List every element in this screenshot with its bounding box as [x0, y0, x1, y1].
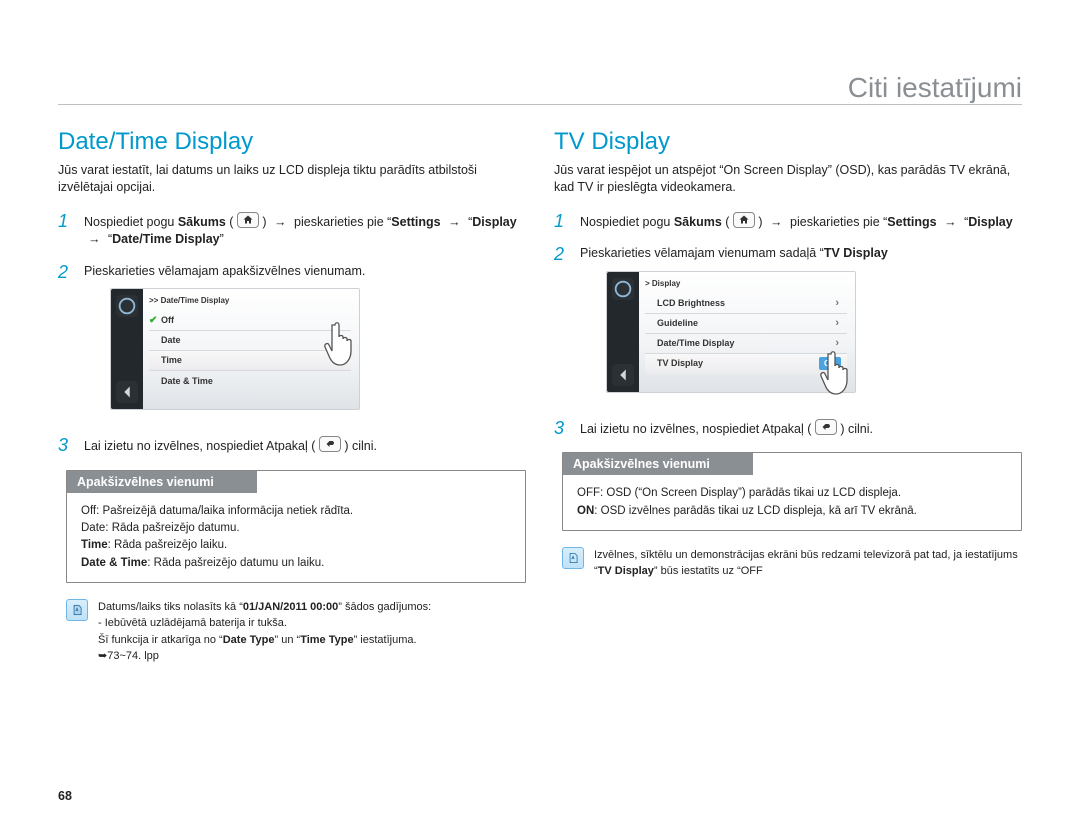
step-number: 1	[58, 212, 74, 249]
back-icon	[815, 419, 837, 435]
step-number: 2	[58, 263, 74, 423]
section-title-right: TV Display	[554, 128, 1022, 156]
header-rule	[58, 104, 1022, 105]
back-icon	[319, 436, 341, 452]
home-icon	[237, 212, 259, 228]
step-text: Nospiediet pogu Sākums ( ) → pieskarieti…	[580, 212, 1022, 232]
submenu-body: Off: Pašreizējā datuma/laika informācija…	[67, 493, 525, 582]
steps-left: 1 Nospiediet pogu Sākums ( ) → pieskarie…	[58, 212, 526, 456]
submenu-box-left: Apakšizvēlnes vienumi Off: Pašreizējā da…	[66, 470, 526, 583]
header-title: Citi iestatījumi	[848, 72, 1022, 104]
submenu-body: OFF: OSD (“On Screen Display”) parādās t…	[563, 475, 1021, 530]
right-column: TV Display Jūs varat iespējot un atspējo…	[554, 128, 1022, 665]
note-left: Datums/laiks tiks nolasīts kā “01/JAN/20…	[66, 599, 526, 665]
list-item[interactable]: LCD Brightness›	[645, 294, 847, 314]
step-text: Pieskarieties vēlamajam apakšizvēlnes vi…	[84, 263, 526, 423]
submenu-box-right: Apakšizvēlnes vienumi OFF: OSD (“On Scre…	[562, 452, 1022, 531]
side-mode-icon	[116, 295, 138, 317]
intro-left: Jūs varat iestatīt, lai datums un laiks …	[58, 162, 526, 196]
left-column: Date/Time Display Jūs varat iestatīt, la…	[58, 128, 526, 665]
step-1: 1 Nospiediet pogu Sākums ( ) → pieskarie…	[58, 212, 526, 249]
step-2: 2 Pieskarieties vēlamajam apakšizvēlnes …	[58, 263, 526, 423]
info-icon	[562, 547, 584, 569]
info-icon	[66, 599, 88, 621]
side-back-icon	[612, 364, 634, 386]
step-text: Lai izietu no izvēlnes, nospiediet Atpak…	[580, 419, 1022, 439]
list-item[interactable]: Date & Time	[149, 371, 351, 391]
side-mode-icon	[612, 278, 634, 300]
breadcrumb: >> Date/Time Display	[149, 295, 229, 306]
step-text: Lai izietu no izvēlnes, nospiediet Atpak…	[84, 436, 526, 456]
step-text: Pieskarieties vēlamajam vienumam sadaļā …	[580, 245, 1022, 405]
note-text: Datums/laiks tiks nolasīts kā “01/JAN/20…	[98, 599, 431, 665]
step-number: 3	[554, 419, 570, 439]
home-icon	[733, 212, 755, 228]
lcd-screenshot-right: > Display LCD Brightness› Guideline› Dat…	[606, 271, 856, 393]
hand-pointer-icon	[817, 344, 861, 402]
columns: Date/Time Display Jūs varat iestatīt, la…	[58, 128, 1022, 665]
step-1: 1 Nospiediet pogu Sākums ( ) → pieskarie…	[554, 212, 1022, 232]
step-3: 3 Lai izietu no izvēlnes, nospiediet Atp…	[554, 419, 1022, 439]
step-number: 1	[554, 212, 570, 232]
list-item[interactable]: Guideline›	[645, 314, 847, 334]
submenu-title: Apakšizvēlnes vienumi	[67, 471, 257, 493]
section-title-left: Date/Time Display	[58, 128, 526, 156]
breadcrumb: > Display	[645, 278, 680, 289]
note-right: Izvēlnes, sīktēlu un demonstrācijas ekrā…	[562, 547, 1022, 580]
step-2: 2 Pieskarieties vēlamajam vienumam sadaļ…	[554, 245, 1022, 405]
page: Citi iestatījumi Date/Time Display Jūs v…	[0, 0, 1080, 827]
hand-pointer-icon	[321, 315, 365, 373]
step-number: 2	[554, 245, 570, 405]
lcd-screenshot-left: >> Date/Time Display ✔Off Date Time Date…	[110, 288, 360, 410]
note-text: Izvēlnes, sīktēlu un demonstrācijas ekrā…	[594, 547, 1022, 580]
page-number: 68	[58, 789, 72, 803]
steps-right: 1 Nospiediet pogu Sākums ( ) → pieskarie…	[554, 212, 1022, 439]
intro-right: Jūs varat iespējot un atspējot “On Scree…	[554, 162, 1022, 196]
step-number: 3	[58, 436, 74, 456]
step-3: 3 Lai izietu no izvēlnes, nospiediet Atp…	[58, 436, 526, 456]
submenu-title: Apakšizvēlnes vienumi	[563, 453, 753, 475]
side-back-icon	[116, 381, 138, 403]
step-text: Nospiediet pogu Sākums ( ) → pieskarieti…	[84, 212, 526, 249]
